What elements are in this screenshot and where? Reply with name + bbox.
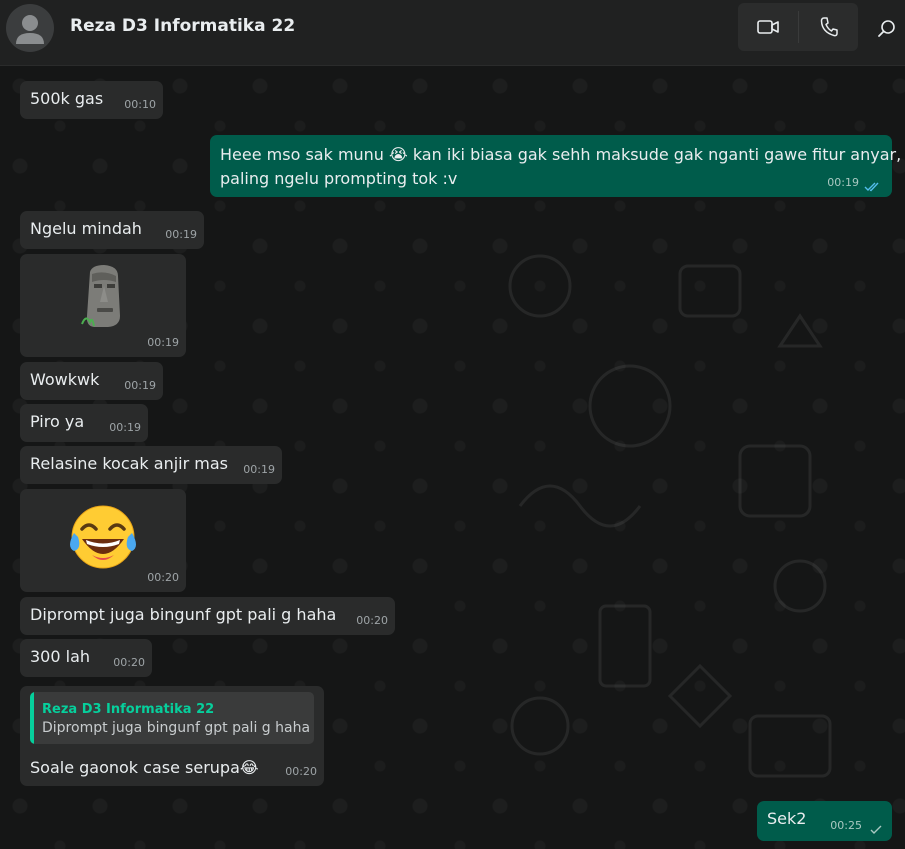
incoming-message[interactable]: Ngelu mindah 00:19	[20, 211, 204, 249]
message-text: Diprompt juga bingunf gpt pali g haha	[30, 605, 337, 624]
message-time: 00:19	[124, 379, 156, 392]
message-text: Relasine kocak anjir mas	[30, 454, 229, 473]
message-time: 00:19	[165, 228, 197, 241]
message-time: 00:20	[285, 765, 317, 778]
incoming-sticker-message[interactable]: 00:19	[20, 254, 186, 357]
voice-call-icon	[820, 17, 838, 37]
incoming-reply-message[interactable]: Reza D3 Informatika 22 Diprompt juga bin…	[20, 686, 324, 786]
avatar-placeholder-icon	[16, 15, 44, 44]
message-time: 00:19	[147, 336, 179, 349]
incoming-message[interactable]: 500k gas 00:10	[20, 81, 163, 119]
message-time: 00:25	[830, 819, 862, 832]
wallpaper-doodle-icon	[508, 254, 832, 778]
message-text: Ngelu mindah	[30, 219, 142, 238]
incoming-message[interactable]: Piro ya 00:19	[20, 404, 148, 442]
message-time: 00:19	[243, 463, 275, 476]
search-icon	[878, 20, 895, 37]
message-text-line-1: Heee mso sak munu 😭 kan iki biasa gak se…	[220, 145, 902, 164]
video-call-button[interactable]	[738, 3, 798, 51]
laughing-tears-emoji-icon	[70, 505, 136, 569]
incoming-message[interactable]: Wowkwk 00:19	[20, 362, 163, 400]
message-text: Wowkwk	[30, 370, 100, 389]
message-text: Piro ya	[30, 412, 85, 431]
message-time: 00:19	[109, 421, 141, 434]
double-check-read-icon	[864, 182, 879, 192]
incoming-message[interactable]: Relasine kocak anjir mas 00:19	[20, 446, 282, 484]
contact-name[interactable]: Reza D3 Informatika 22	[70, 16, 295, 36]
contact-avatar[interactable]	[6, 4, 54, 52]
chat-header: Reza D3 Informatika 22	[0, 0, 905, 66]
outgoing-message[interactable]: Sek2 00:25	[757, 801, 892, 841]
message-text: Sek2	[767, 809, 807, 828]
voice-call-button[interactable]	[799, 3, 858, 51]
message-time: 00:19	[827, 176, 859, 189]
message-text: Soale gaonok case serupa😂	[30, 758, 259, 777]
message-text: 500k gas	[30, 89, 104, 108]
message-time: 00:20	[113, 656, 145, 669]
message-time: 00:20	[147, 571, 179, 584]
message-text-line-2: paling ngelu prompting tok :v	[220, 169, 458, 188]
message-time: 00:10	[124, 98, 156, 111]
search-button[interactable]	[872, 14, 902, 44]
single-check-sent-icon	[870, 825, 882, 834]
incoming-message[interactable]: Diprompt juga bingunf gpt pali g haha 00…	[20, 597, 395, 635]
quoted-message[interactable]: Reza D3 Informatika 22 Diprompt juga bin…	[30, 692, 314, 744]
quote-text: Diprompt juga bingunf gpt pali g haha	[42, 720, 311, 736]
quote-accent-bar	[30, 692, 34, 744]
chat-message-area[interactable]: 500k gas 00:10 Heee mso sak munu 😭 kan i…	[0, 66, 905, 849]
message-time: 00:20	[356, 614, 388, 627]
video-call-icon	[757, 20, 779, 34]
message-text: 300 lah	[30, 647, 91, 666]
moai-sticker-icon	[81, 265, 120, 327]
outgoing-message[interactable]: Heee mso sak munu 😭 kan iki biasa gak se…	[210, 135, 901, 197]
incoming-sticker-message[interactable]: 00:20	[20, 489, 186, 592]
call-button-group	[738, 3, 858, 51]
incoming-message[interactable]: 300 lah 00:20	[20, 639, 152, 677]
